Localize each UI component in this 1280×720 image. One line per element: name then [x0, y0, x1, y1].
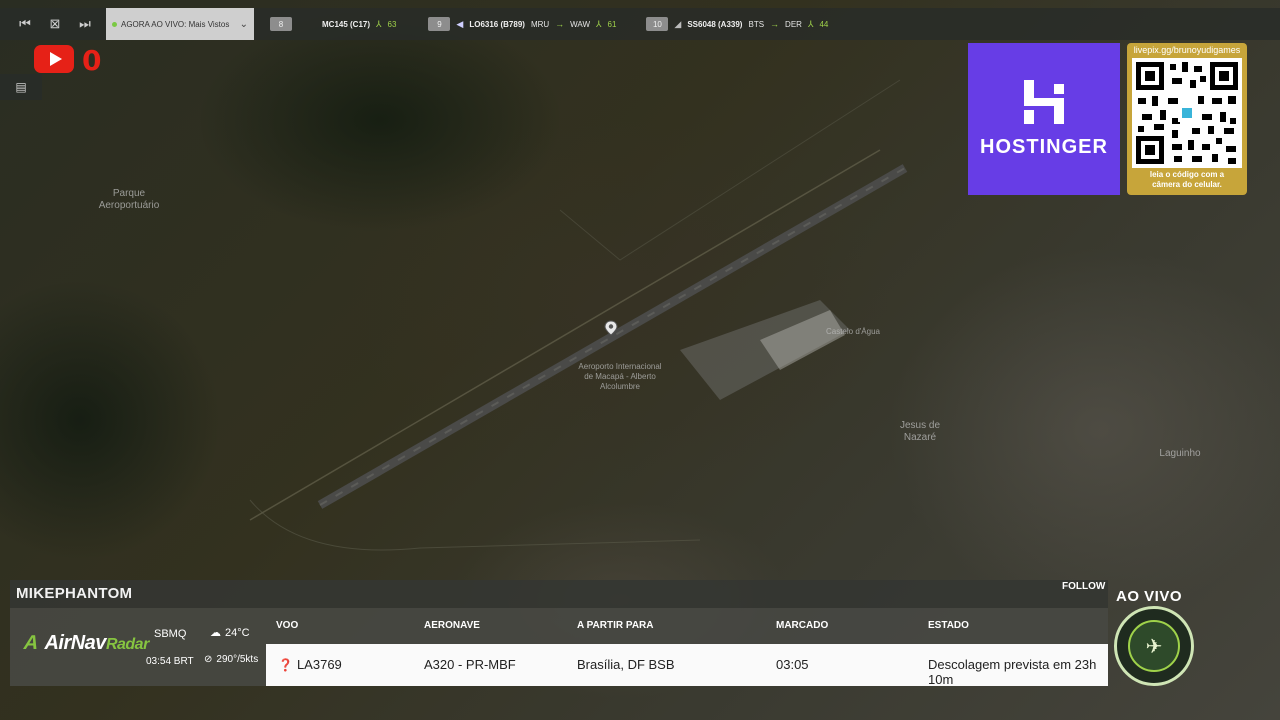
cell-destino: Brasília, DF BSB — [577, 657, 675, 672]
youtube-icon[interactable] — [34, 45, 74, 73]
views-icon: ⅄ — [596, 18, 602, 29]
livepix-url: livepix.gg/brunoyudigames — [1133, 45, 1241, 55]
header-estado: ESTADO — [928, 620, 969, 631]
flight-chip-9[interactable]: 9 ◀ LO6316 (B789) MRU → WAW ⅄ 61 — [428, 8, 616, 40]
flight-marker-icon: ❓ — [278, 658, 293, 672]
map-label-park: Parque Aeroportuário — [98, 188, 160, 211]
airnav-mark-icon: A — [21, 632, 42, 654]
flight-chip-8[interactable]: 8 MC145 (C17) ⅄ 63 — [270, 8, 396, 40]
airline-icon: ◢ — [674, 18, 682, 29]
views-count: 63 — [387, 19, 397, 29]
airport-pin-icon[interactable] — [604, 320, 618, 336]
airline-icon: ◀ — [456, 18, 464, 29]
skip-next-icon[interactable]: ⏭ — [72, 11, 98, 37]
stream-overlay: Parque Aeroportuário Aeroporto Internaci… — [0, 0, 1280, 720]
cell-aeronave: A320 - PR-MBF — [424, 657, 516, 672]
views-icon: ⅄ — [376, 18, 382, 29]
header-marcado: MARCADO — [776, 620, 829, 631]
list-icon[interactable]: ▤ — [0, 74, 42, 100]
header-voo: VOO — [276, 620, 299, 631]
qr-code-icon — [1132, 58, 1242, 168]
first-page-icon[interactable]: ⏮ — [12, 11, 38, 37]
flight-callsign: MC145 (C17) — [322, 19, 371, 29]
route-from: MRU — [530, 19, 550, 29]
views-count: 44 — [819, 19, 829, 29]
airnav-brand: AirNavRadar — [44, 632, 149, 655]
cloud-icon: ☁ — [210, 627, 221, 639]
flight-callsign: LO6316 (B789) — [469, 19, 525, 29]
map-label-castelo: Castelo d'Água — [825, 327, 880, 336]
flight-info-panel: A AirNavRadar SBMQ 03:54 BRT ☁ 24°C ⊘ 29… — [10, 608, 1108, 687]
route-arrow-icon: → — [555, 19, 565, 29]
airnav-brand-text: AirNav — [44, 632, 106, 654]
map-label-laguinho: Laguinho — [1159, 448, 1201, 459]
wind-icon: ⊘ — [204, 654, 213, 665]
route-arrow-icon: → — [770, 19, 780, 29]
streamer-name: MIKEPHANTOM — [10, 580, 1108, 608]
flight-callsign: SS6048 (A339) — [687, 19, 743, 29]
live-dot-icon — [112, 21, 117, 27]
cell-voo: ❓ LA3769 — [278, 657, 342, 672]
header-destino: A PARTIR PARA — [577, 620, 654, 631]
airplane-icon: ✈ — [1128, 620, 1180, 672]
chevron-down-icon: ⌄ — [239, 18, 248, 30]
rank-number: 9 — [428, 17, 451, 31]
cell-estado: Descolagem prevista em 23h 10m — [928, 657, 1097, 687]
airnav-logo: A AirNavRadar — [21, 632, 149, 655]
qr-caption: leia o código com a câmera do celular. — [1149, 170, 1225, 189]
header-aeronave: AERONAVE — [424, 620, 480, 631]
hostinger-logo-icon — [1022, 79, 1066, 124]
airport-code: SBMQ — [154, 628, 187, 640]
flight-chip-10[interactable]: 10 ◢ SS6048 (A339) BTS → DER ⅄ 44 — [646, 8, 828, 40]
rank-number: 10 — [646, 17, 669, 31]
follow-button[interactable]: FOLLOW — [1062, 581, 1105, 592]
hostinger-ad[interactable]: HOSTINGER — [968, 43, 1120, 195]
youtube-viewer-count: 0 — [82, 44, 102, 77]
temperature: ☁ 24°C — [210, 626, 250, 640]
cell-marcado: 03:05 — [776, 657, 809, 672]
channel-badge-icon: ✈ — [1114, 606, 1194, 686]
rank-number: 8 — [270, 17, 292, 31]
live-selector-label: AGORA AO VIVO: Mais Vistos — [121, 19, 230, 29]
route-to: WAW — [570, 19, 590, 29]
map-label-airport: Aeroporto Internacional de Macapá - Albe… — [578, 362, 662, 391]
airnav-radar-text: Radar — [105, 636, 149, 653]
live-label: AO VIVO — [1116, 588, 1183, 605]
hostinger-brand: HOSTINGER — [980, 135, 1108, 158]
temperature-value: 24°C — [225, 626, 250, 639]
wind: ⊘ 290°/5kts — [204, 654, 258, 665]
flight-row[interactable]: ❓ LA3769 A320 - PR-MBF Brasília, DF BSB 0… — [266, 644, 1108, 687]
livepix-qr-panel[interactable]: livepix.gg/brunoyudigames leia o código … — [1127, 43, 1247, 195]
flight-number: LA3769 — [296, 657, 342, 672]
views-icon: ⅄ — [807, 18, 814, 29]
route-from: BTS — [748, 19, 765, 29]
map-label-jesus: Jesus de Nazaré — [899, 420, 941, 443]
top-toolbar: ⏮ ⊠ ⏭ AGORA AO VIVO: Mais Vistos ⌄ 8 MC1… — [0, 8, 1280, 40]
live-selector[interactable]: AGORA AO VIVO: Mais Vistos ⌄ — [106, 8, 254, 40]
local-time: 03:54 BRT — [146, 656, 194, 667]
views-count: 61 — [607, 19, 617, 29]
wind-value: 290°/5kts — [216, 654, 259, 665]
route-to: DER — [785, 19, 802, 29]
close-window-icon[interactable]: ⊠ — [42, 11, 68, 37]
